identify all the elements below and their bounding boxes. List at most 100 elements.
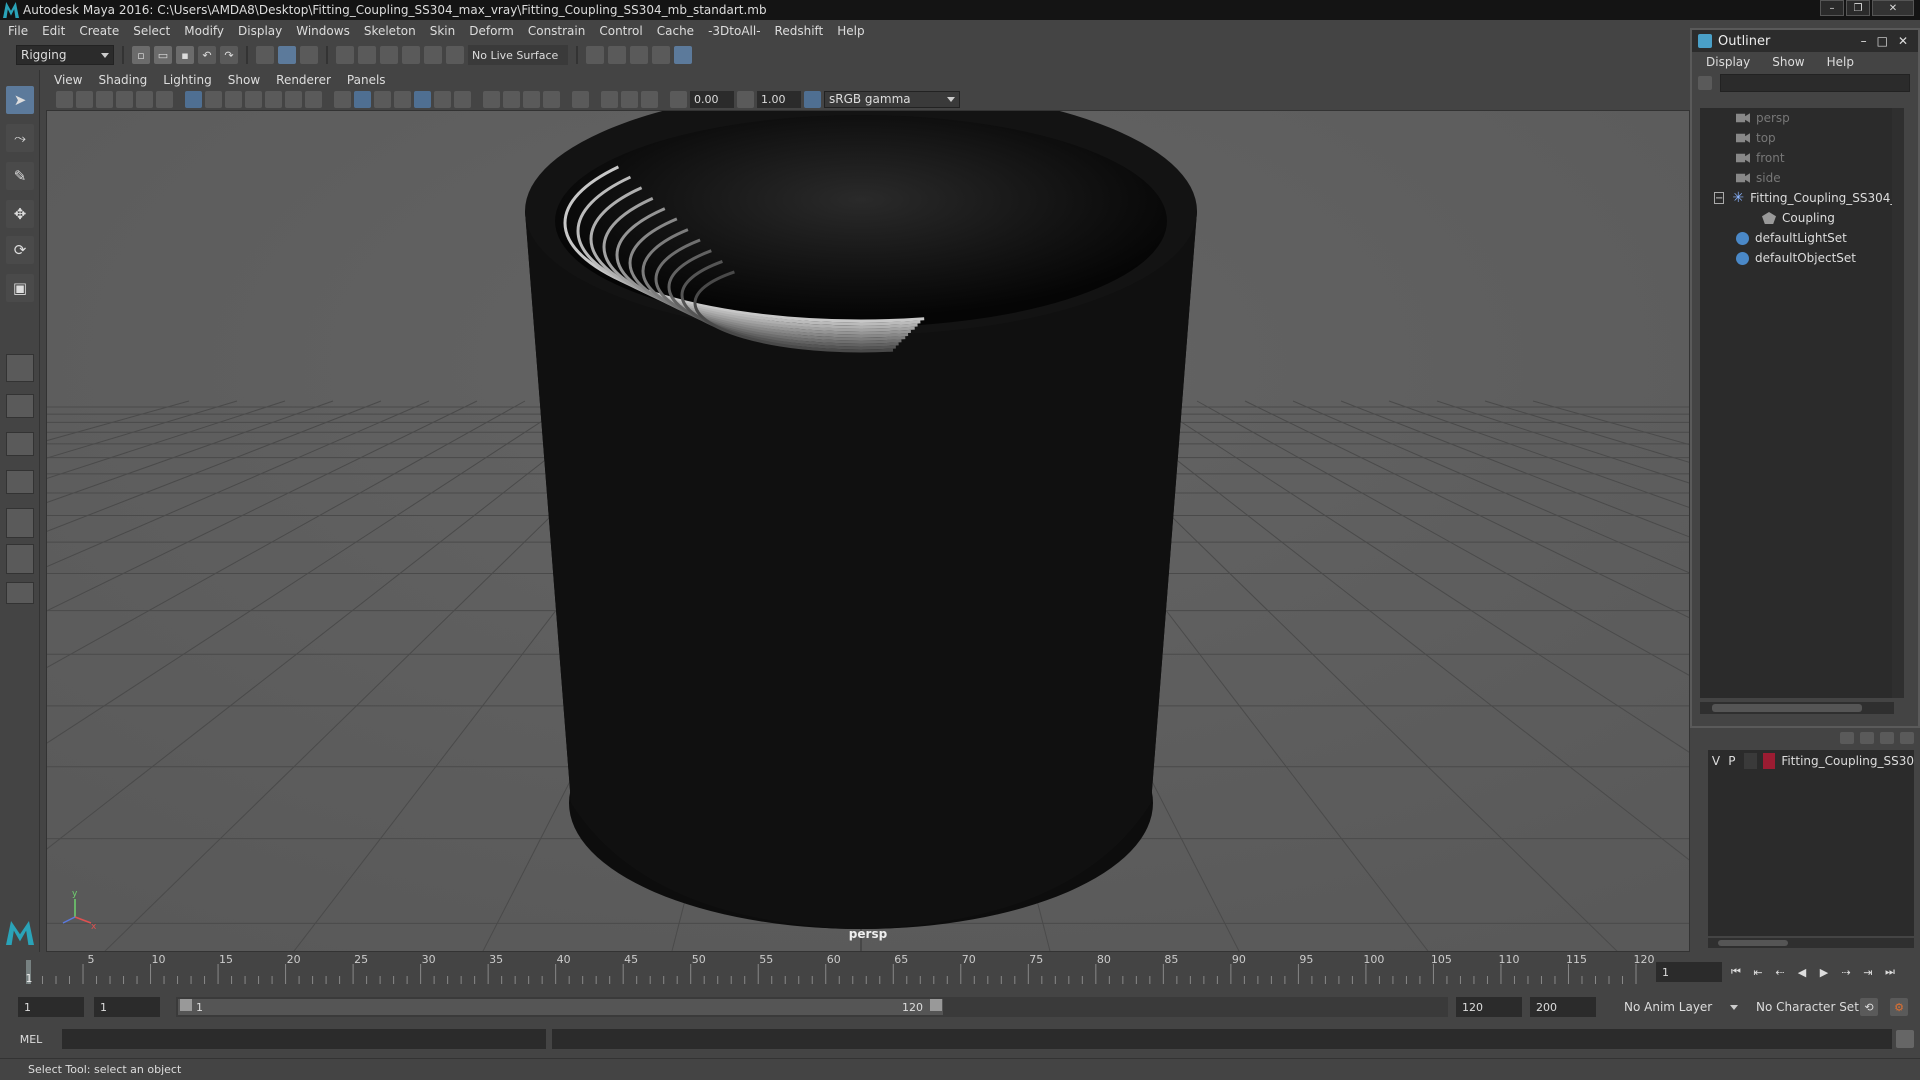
- isolate-select-icon[interactable]: [572, 90, 589, 108]
- gamma-field[interactable]: 1.00: [757, 90, 801, 108]
- new-layer-selected-icon[interactable]: [1900, 732, 1914, 744]
- snap-point-icon[interactable]: [380, 46, 398, 64]
- outliner-item-fitting-group[interactable]: − ✳ Fitting_Coupling_SS304_n: [1700, 188, 1904, 208]
- render-settings-icon[interactable]: [652, 46, 670, 64]
- depth-of-field-icon[interactable]: [543, 90, 560, 108]
- grid-icon[interactable]: [185, 90, 202, 108]
- gate-mask-icon[interactable]: [245, 90, 262, 108]
- move-layer-up-icon[interactable]: [1840, 732, 1854, 744]
- gamma-icon[interactable]: [737, 90, 754, 108]
- menu-display[interactable]: Display: [238, 24, 282, 38]
- layer-playback-toggle[interactable]: P: [1724, 754, 1740, 768]
- step-back-frame-icon[interactable]: ⇠: [1772, 964, 1788, 980]
- field-chart-icon[interactable]: [265, 90, 282, 108]
- motion-blur-icon[interactable]: [503, 90, 520, 108]
- snap-curve-icon[interactable]: [358, 46, 376, 64]
- scale-tool-icon[interactable]: ▣: [6, 274, 34, 302]
- menu-edit[interactable]: Edit: [42, 24, 65, 38]
- playback-start-field[interactable]: 1: [94, 997, 160, 1017]
- snap-view-plane-icon[interactable]: [402, 46, 420, 64]
- scene-start-field[interactable]: 1: [18, 997, 84, 1017]
- persp-hypershade-layout-icon[interactable]: [6, 508, 34, 538]
- film-gate-icon[interactable]: [205, 90, 222, 108]
- outliner-menu-help[interactable]: Help: [1827, 55, 1854, 69]
- panel-menu-view[interactable]: View: [54, 73, 82, 87]
- camera-attributes-icon[interactable]: [76, 90, 93, 108]
- snap-grid-icon[interactable]: [336, 46, 354, 64]
- xray-components-icon[interactable]: [641, 90, 658, 108]
- open-scene-icon[interactable]: ▭: [154, 46, 172, 64]
- menu-help[interactable]: Help: [837, 24, 864, 38]
- command-input[interactable]: [62, 1029, 546, 1049]
- snap-surface-icon[interactable]: [424, 46, 442, 64]
- exposure-field[interactable]: 0.00: [690, 90, 734, 108]
- play-backward-icon[interactable]: ◀: [1794, 964, 1810, 980]
- image-plane-icon[interactable]: [116, 90, 133, 108]
- move-layer-down-icon[interactable]: [1860, 732, 1874, 744]
- render-frame-icon[interactable]: [608, 46, 626, 64]
- outliner-item-persp[interactable]: persp: [1700, 108, 1904, 128]
- range-end-handle[interactable]: [930, 999, 942, 1011]
- undo-icon[interactable]: ↶: [198, 46, 216, 64]
- layer-display-type-toggle[interactable]: [1743, 753, 1757, 769]
- close-button[interactable]: ✕: [1872, 0, 1914, 16]
- panel-menu-shading[interactable]: Shading: [98, 73, 147, 87]
- step-forward-key-icon[interactable]: ⇥: [1860, 964, 1876, 980]
- range-start-handle[interactable]: [180, 999, 192, 1011]
- outliner-horizontal-scrollbar[interactable]: [1700, 702, 1894, 714]
- range-slider[interactable]: 1 120: [176, 997, 1448, 1017]
- panel-menu-panels[interactable]: Panels: [347, 73, 386, 87]
- single-perspective-layout-icon[interactable]: [6, 354, 34, 382]
- menu-constrain[interactable]: Constrain: [528, 24, 586, 38]
- coupling-mesh[interactable]: [525, 111, 1197, 929]
- outliner-item-top[interactable]: top: [1700, 128, 1904, 148]
- outliner-minimize-button[interactable]: –: [1861, 34, 1867, 48]
- step-forward-frame-icon[interactable]: ⇢: [1838, 964, 1854, 980]
- panel-menu-renderer[interactable]: Renderer: [276, 73, 331, 87]
- menu-modify[interactable]: Modify: [184, 24, 224, 38]
- shadows-icon[interactable]: [454, 90, 471, 108]
- wireframe-icon[interactable]: [334, 90, 351, 108]
- menu-set-dropdown[interactable]: Rigging: [16, 45, 114, 65]
- select-component-icon[interactable]: [300, 46, 318, 64]
- go-to-start-icon[interactable]: ⏮: [1728, 964, 1744, 980]
- layer-color-swatch[interactable]: [1762, 753, 1776, 769]
- perspective-viewport[interactable]: y x persp: [46, 110, 1690, 952]
- outliner-item-coupling[interactable]: Coupling: [1700, 208, 1904, 228]
- rotate-tool-icon[interactable]: ⟳: [6, 236, 34, 264]
- panel-menu-show[interactable]: Show: [228, 73, 260, 87]
- persp-graph-layout-icon[interactable]: [6, 470, 34, 494]
- outliner-maximize-button[interactable]: □: [1877, 34, 1888, 48]
- time-slider[interactable]: 5 10 15 20 25 30 35 40 45 50 55 60 65 70 75 80 85 90 95 100…: [20, 952, 1656, 984]
- layer-editor-scrollbar[interactable]: [1708, 938, 1914, 948]
- exposure-icon[interactable]: [670, 90, 687, 108]
- outliner-menu-show[interactable]: Show: [1772, 55, 1804, 69]
- color-management-icon[interactable]: [804, 90, 821, 108]
- save-scene-icon[interactable]: ▪: [176, 46, 194, 64]
- live-surface-field[interactable]: No Live Surface: [468, 45, 568, 65]
- safe-action-icon[interactable]: [285, 90, 302, 108]
- menu-create[interactable]: Create: [79, 24, 119, 38]
- outliner-item-front[interactable]: front: [1700, 148, 1904, 168]
- script-editor-icon[interactable]: [1896, 1030, 1914, 1048]
- outliner-graph-layout-icon[interactable]: [6, 544, 34, 574]
- menu-skeleton[interactable]: Skeleton: [364, 24, 416, 38]
- character-set-dropdown[interactable]: No Character Set: [1752, 997, 1864, 1017]
- menu-skin[interactable]: Skin: [430, 24, 456, 38]
- new-empty-layer-icon[interactable]: [1880, 732, 1894, 744]
- panel-menu-lighting[interactable]: Lighting: [163, 73, 212, 87]
- smooth-shade-icon[interactable]: [354, 90, 371, 108]
- menu-file[interactable]: File: [8, 24, 28, 38]
- auto-key-icon[interactable]: ⟲: [1860, 998, 1878, 1016]
- grease-pencil-icon[interactable]: [156, 90, 173, 108]
- xray-joints-icon[interactable]: [621, 90, 638, 108]
- move-tool-icon[interactable]: ✥: [6, 200, 34, 228]
- paint-select-icon[interactable]: ✎: [6, 162, 34, 190]
- layer-row[interactable]: V P Fitting_Coupling_SS30: [1708, 750, 1914, 772]
- render-view-icon[interactable]: [586, 46, 604, 64]
- lasso-tool-icon[interactable]: ⤳: [6, 124, 34, 152]
- menu-3dtoall[interactable]: -3DtoAll-: [708, 24, 760, 38]
- play-forward-icon[interactable]: ▶: [1816, 964, 1832, 980]
- default-material-icon[interactable]: [374, 90, 391, 108]
- textured-icon[interactable]: [414, 90, 431, 108]
